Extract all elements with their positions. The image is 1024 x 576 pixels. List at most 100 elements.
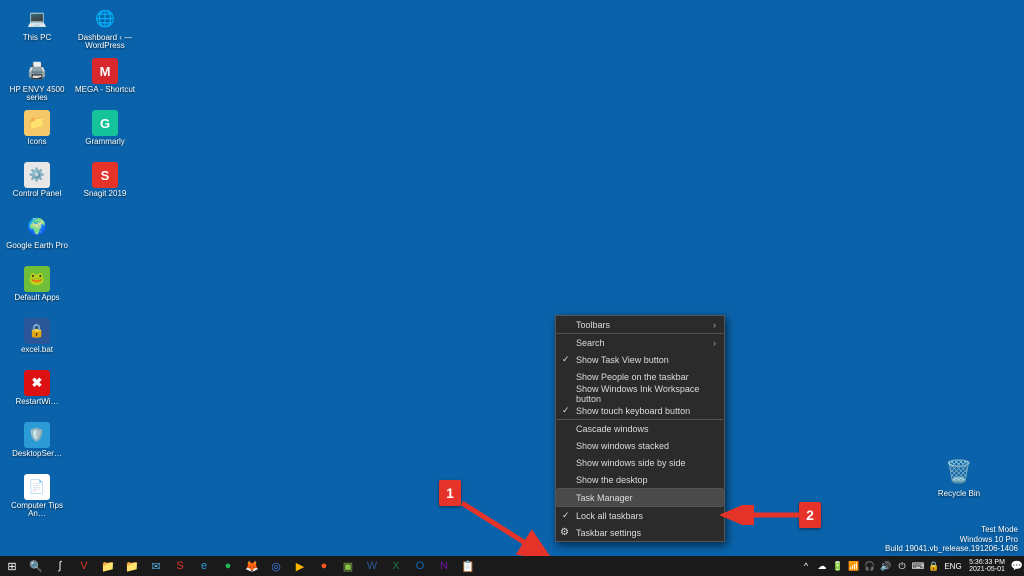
taskbar-app-icon[interactable]: V bbox=[72, 556, 96, 576]
taskbar-clock[interactable]: 5:36:33 PM 2021-05-01 bbox=[964, 559, 1010, 573]
clock-time: 5:36:33 PM bbox=[964, 559, 1010, 566]
desktop-icon[interactable]: 🔒 excel.bat bbox=[4, 316, 70, 366]
action-center-icon[interactable]: 💬 bbox=[1010, 561, 1024, 572]
tray-icon[interactable]: ☁ bbox=[814, 556, 830, 576]
desktop-icon-label: Dashboard ‹ — WordPress bbox=[73, 34, 137, 50]
taskbar-app-icon[interactable]: X bbox=[384, 556, 408, 576]
tray-icon[interactable]: 🎧 bbox=[862, 556, 878, 576]
recycle-bin-icon: 🗑️ bbox=[944, 457, 974, 487]
desktop-icon[interactable]: SSnagit 2019 bbox=[72, 160, 138, 210]
tray-icons: ☁🔋📶🎧🔊⏻⌨🔒 bbox=[814, 556, 942, 576]
desktop-icon-glyph: 🔒 bbox=[24, 318, 50, 344]
tray-icon[interactable]: 🔊 bbox=[878, 556, 894, 576]
check-icon: ✓ bbox=[562, 510, 570, 521]
desktop-icon[interactable]: 📁 Icons bbox=[4, 108, 70, 158]
desktop-icon-glyph: 🌍 bbox=[24, 214, 50, 240]
desktop-icon-label: excel.bat bbox=[21, 346, 53, 354]
menu-item[interactable]: Task Manager bbox=[556, 489, 724, 506]
desktop-icon-label: Computer Tips An… bbox=[5, 502, 69, 518]
tray-icon[interactable]: ⏻ bbox=[894, 556, 910, 576]
menu-item[interactable]: Show the desktop bbox=[556, 471, 724, 488]
desktop-icon[interactable]: 🌍 Google Earth Pro bbox=[4, 212, 70, 262]
chevron-right-icon: › bbox=[713, 320, 716, 330]
taskbar-app-icon[interactable]: ◎ bbox=[264, 556, 288, 576]
menu-item[interactable]: Search› bbox=[556, 334, 724, 351]
menu-item[interactable]: Show windows stacked bbox=[556, 437, 724, 454]
taskbar-app-icon[interactable]: 📋 bbox=[456, 556, 480, 576]
desktop-icon-label: Control Panel bbox=[13, 190, 61, 198]
taskbar-app-icon[interactable]: e bbox=[192, 556, 216, 576]
annotation-callout-2: 2 bbox=[799, 502, 821, 528]
desktop-icon[interactable]: 🖨️HP ENVY 4500 series bbox=[4, 56, 70, 106]
desktop-icon-label: Google Earth Pro bbox=[6, 242, 68, 250]
tray-icon[interactable]: ⌨ bbox=[910, 556, 926, 576]
menu-item[interactable]: Show Windows Ink Workspace button bbox=[556, 385, 724, 402]
menu-item[interactable]: Show windows side by side bbox=[556, 454, 724, 471]
watermark-line1: Test Mode bbox=[885, 525, 1018, 535]
menu-item[interactable]: ✓Show touch keyboard button bbox=[556, 402, 724, 419]
system-tray[interactable]: ^ ☁🔋📶🎧🔊⏻⌨🔒 ENG 5:36:33 PM 2021-05-01 💬 bbox=[798, 556, 1024, 576]
taskbar-app-icon[interactable]: N bbox=[432, 556, 456, 576]
menu-item[interactable]: Toolbars › bbox=[556, 316, 724, 333]
desktop-icon[interactable]: MMEGA - Shortcut bbox=[72, 56, 138, 106]
taskbar-app-icon[interactable]: 🦊 bbox=[240, 556, 264, 576]
gear-icon: ⚙ bbox=[560, 527, 569, 538]
taskbar-app-icon[interactable]: 📁 bbox=[96, 556, 120, 576]
taskbar-app-icon[interactable]: ● bbox=[312, 556, 336, 576]
menu-item-label: Show the desktop bbox=[576, 475, 648, 485]
desktop-icon-glyph: 📄 bbox=[24, 474, 50, 500]
desktop-icon[interactable]: ⚙️ Control Panel bbox=[4, 160, 70, 210]
taskbar-app-icon[interactable]: ✉ bbox=[144, 556, 168, 576]
desktop-icon-glyph: 💻 bbox=[24, 6, 50, 32]
search-button[interactable]: 🔍 bbox=[24, 556, 48, 576]
desktop-icon-glyph: 📁 bbox=[24, 110, 50, 136]
recycle-bin[interactable]: 🗑️ Recycle Bin bbox=[926, 457, 992, 498]
taskbar-app-icon[interactable]: ● bbox=[216, 556, 240, 576]
menu-item[interactable]: ⚙Taskbar settings bbox=[556, 524, 724, 541]
annotation-callout-1: 1 bbox=[439, 480, 461, 506]
desktop-icon-label: Icons bbox=[27, 138, 46, 146]
menu-item-label: Lock all taskbars bbox=[576, 511, 643, 521]
desktop-icon-glyph: ⚙️ bbox=[24, 162, 50, 188]
tray-chevron-icon[interactable]: ^ bbox=[798, 556, 814, 576]
desktop-icon[interactable]: 📄 Computer Tips An… bbox=[4, 472, 70, 522]
desktop-icon[interactable]: 🛡️DesktopSer… bbox=[4, 420, 70, 470]
desktop-icon[interactable]: ✖RestartWi… bbox=[4, 368, 70, 418]
taskbar-app-icon[interactable]: ▣ bbox=[336, 556, 360, 576]
menu-item-label: Toolbars bbox=[576, 320, 610, 330]
taskbar-app-icon[interactable]: ∫ bbox=[48, 556, 72, 576]
menu-item[interactable]: Show People on the taskbar bbox=[556, 368, 724, 385]
menu-item-label: Show People on the taskbar bbox=[576, 372, 689, 382]
tray-icon[interactable]: 🔋 bbox=[830, 556, 846, 576]
taskbar-app-icon[interactable]: O bbox=[408, 556, 432, 576]
taskbar[interactable]: ⊞ 🔍 ∫V📁📁✉Se●🦊◎▶●▣WXON📋 ^ ☁🔋📶🎧🔊⏻⌨🔒 ENG 5:… bbox=[0, 556, 1024, 576]
tray-icon[interactable]: 📶 bbox=[846, 556, 862, 576]
taskbar-context-menu[interactable]: Toolbars › Search› ✓ Show Task View button Sh… bbox=[555, 315, 725, 542]
desktop-icon-label: HP ENVY 4500 series bbox=[5, 86, 69, 102]
taskbar-app-icon[interactable]: ▶ bbox=[288, 556, 312, 576]
menu-item[interactable]: Cascade windows bbox=[556, 420, 724, 437]
desktop-icon-glyph: 🌐 bbox=[92, 6, 118, 32]
taskbar-app-icon[interactable]: W bbox=[360, 556, 384, 576]
menu-item-label: Search bbox=[576, 338, 605, 348]
tray-icon[interactable]: 🔒 bbox=[926, 556, 942, 576]
desktop-icon[interactable]: GGrammarly bbox=[72, 108, 138, 158]
taskbar-app-icon[interactable]: S bbox=[168, 556, 192, 576]
menu-item-label: Show touch keyboard button bbox=[576, 406, 690, 416]
annotation-arrow-2 bbox=[718, 505, 808, 525]
check-icon: ✓ bbox=[562, 354, 570, 365]
desktop-icon[interactable]: 💻This PC bbox=[4, 4, 70, 54]
desktop-icon-glyph: S bbox=[92, 162, 118, 188]
menu-item-label: Cascade windows bbox=[576, 424, 649, 434]
menu-item[interactable]: ✓ Show Task View button bbox=[556, 351, 724, 368]
start-button[interactable]: ⊞ bbox=[0, 556, 24, 576]
taskbar-app-icon[interactable]: 📁 bbox=[120, 556, 144, 576]
menu-item-label: Task Manager bbox=[576, 493, 633, 503]
desktop-icon[interactable]: 🌐 Dashboard ‹ — WordPress bbox=[72, 4, 138, 54]
desktop-icon-glyph: G bbox=[92, 110, 118, 136]
menu-item[interactable]: ✓ Lock all taskbars bbox=[556, 507, 724, 524]
desktop-icon[interactable]: 🐸Default Apps bbox=[4, 264, 70, 314]
desktop[interactable]: 💻This PC🖨️HP ENVY 4500 series 📁 Icons ⚙️ Con… bbox=[0, 0, 1024, 576]
menu-item-label: Show Task View button bbox=[576, 355, 669, 365]
language-indicator[interactable]: ENG bbox=[942, 562, 964, 571]
